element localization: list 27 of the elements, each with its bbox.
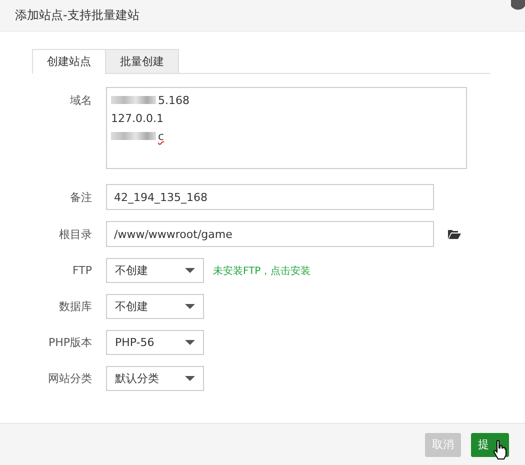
tab[interactable]: 创建站点 xyxy=(32,49,105,74)
domain-line: 5.168 xyxy=(158,94,190,106)
tab[interactable]: 批量创建 xyxy=(105,49,179,74)
window-title: 添加站点-支持批量建站 xyxy=(15,7,140,24)
domain-line: c xyxy=(158,130,164,142)
caret-icon xyxy=(185,304,195,309)
caret-icon xyxy=(185,268,195,273)
field-label: 备注 xyxy=(69,190,92,204)
folder-icon[interactable] xyxy=(448,229,461,239)
dropdown[interactable]: PHP-56 xyxy=(106,330,204,355)
dropdown[interactable]: 默认分类 xyxy=(106,366,204,391)
domain-line: 127.0.0.1 xyxy=(111,112,164,124)
field-label: PHP版本 xyxy=(47,335,92,350)
field-label: 网站分类 xyxy=(47,371,92,386)
close-icon[interactable] xyxy=(511,0,525,12)
path-field[interactable]: /www/wwwroot/game xyxy=(106,221,434,247)
hand-cursor-icon xyxy=(493,440,507,460)
note-field[interactable]: 42_194_135_168 xyxy=(106,184,434,210)
domain-field[interactable]: 5.168 127.0.0.1 c xyxy=(106,87,467,169)
field-label: 根目录 xyxy=(58,226,92,242)
field-label: FTP xyxy=(72,264,92,277)
caret-icon xyxy=(185,340,195,345)
dropdown[interactable]: 不创建 xyxy=(106,294,204,319)
field-label: 域名 xyxy=(69,93,92,108)
dropdown[interactable]: 不创建 xyxy=(106,258,204,283)
field-label: 数据库 xyxy=(58,299,92,314)
caret-icon xyxy=(185,376,195,381)
